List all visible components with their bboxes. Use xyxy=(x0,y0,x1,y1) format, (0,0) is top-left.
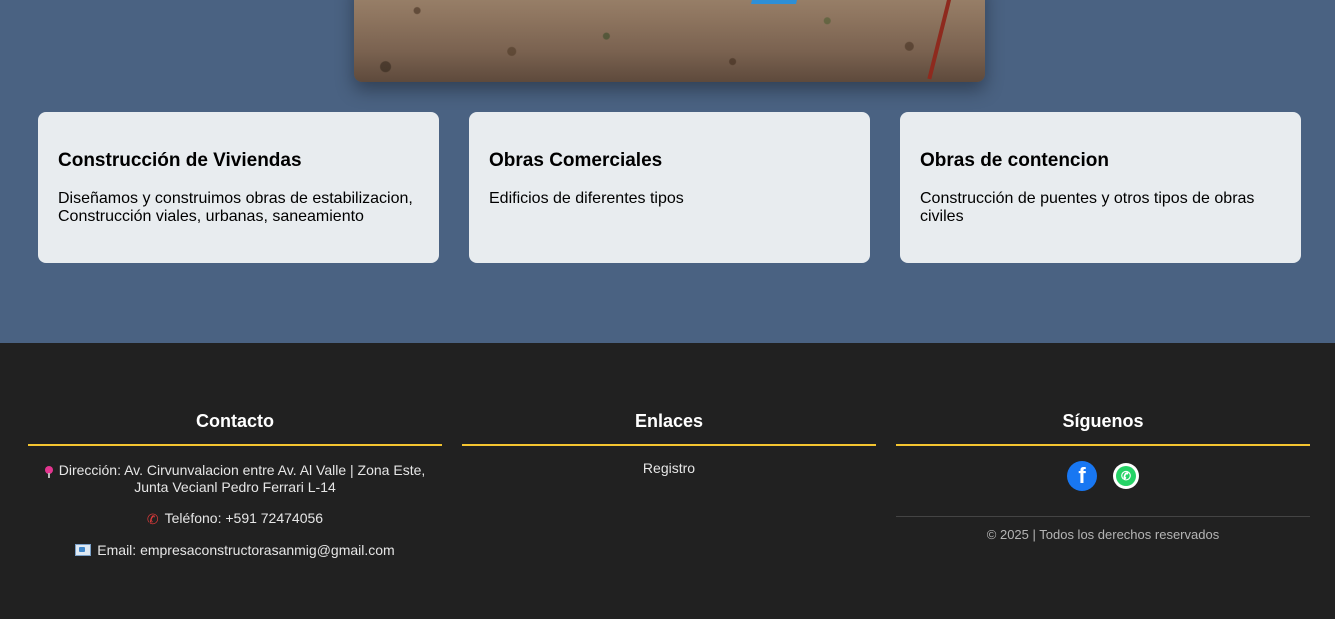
hero-construction-image xyxy=(354,0,985,82)
link-registro[interactable]: Registro xyxy=(643,460,695,476)
address-text: Dirección: Av. Cirvunvalacion entre Av. … xyxy=(58,462,426,495)
copyright-text: © 2025 | Todos los derechos reservados xyxy=(986,527,1220,542)
service-card-viviendas: Construcción de Viviendas Diseñamos y co… xyxy=(38,112,439,263)
contact-address: Dirección: Av. Cirvunvalacion entre Av. … xyxy=(28,462,442,496)
contact-phone: ✆ Teléfono: +591 72474056 xyxy=(28,510,442,528)
map-pin-icon xyxy=(44,466,53,478)
ground-texture xyxy=(354,0,985,82)
service-description: Construcción de puentes y otros tipos de… xyxy=(920,190,1255,225)
email-icon xyxy=(75,544,92,556)
phone-icon: ✆ xyxy=(146,511,159,527)
facebook-icon[interactable]: f xyxy=(1067,461,1097,491)
service-title: Construcción de Viviendas xyxy=(58,150,302,171)
service-title: Obras Comerciales xyxy=(489,150,663,171)
whatsapp-icon[interactable]: ✆ xyxy=(1113,463,1139,489)
service-card-contencion: Obras de contencion Construcción de puen… xyxy=(900,112,1301,263)
contact-email: Email: empresaconstructorasanmig@gmail.c… xyxy=(28,542,442,559)
footer-links-column: Enlaces Registro xyxy=(462,412,876,559)
social-heading: Síguenos xyxy=(896,412,1310,446)
footer-contact-column: Contacto Dirección: Av. Cirvunvalacion e… xyxy=(28,412,442,559)
footer-divider xyxy=(896,516,1310,517)
service-description: Edificios de diferentes tipos xyxy=(489,190,684,207)
service-title: Obras de contencion xyxy=(920,150,1109,171)
footer-social-column: Síguenos f ✆ © 2025 | Todos los derechos… xyxy=(896,412,1310,559)
social-icons: f ✆ xyxy=(896,461,1310,491)
email-text: Email: empresaconstructorasanmig@gmail.c… xyxy=(97,542,395,558)
service-cards: Construcción de Viviendas Diseñamos y co… xyxy=(38,112,1301,263)
blue-structure xyxy=(751,0,802,4)
services-section: Construcción de Viviendas Diseñamos y co… xyxy=(0,0,1335,343)
phone-text: Teléfono: +591 72474056 xyxy=(164,510,324,526)
links-heading: Enlaces xyxy=(462,412,876,446)
contact-heading: Contacto xyxy=(28,412,442,446)
service-description: Diseñamos y construimos obras de estabil… xyxy=(58,190,413,225)
site-footer: Contacto Dirección: Av. Cirvunvalacion e… xyxy=(0,343,1335,619)
footer-columns: Contacto Dirección: Av. Cirvunvalacion e… xyxy=(28,412,1310,559)
service-card-comerciales: Obras Comerciales Edificios de diferente… xyxy=(469,112,870,263)
